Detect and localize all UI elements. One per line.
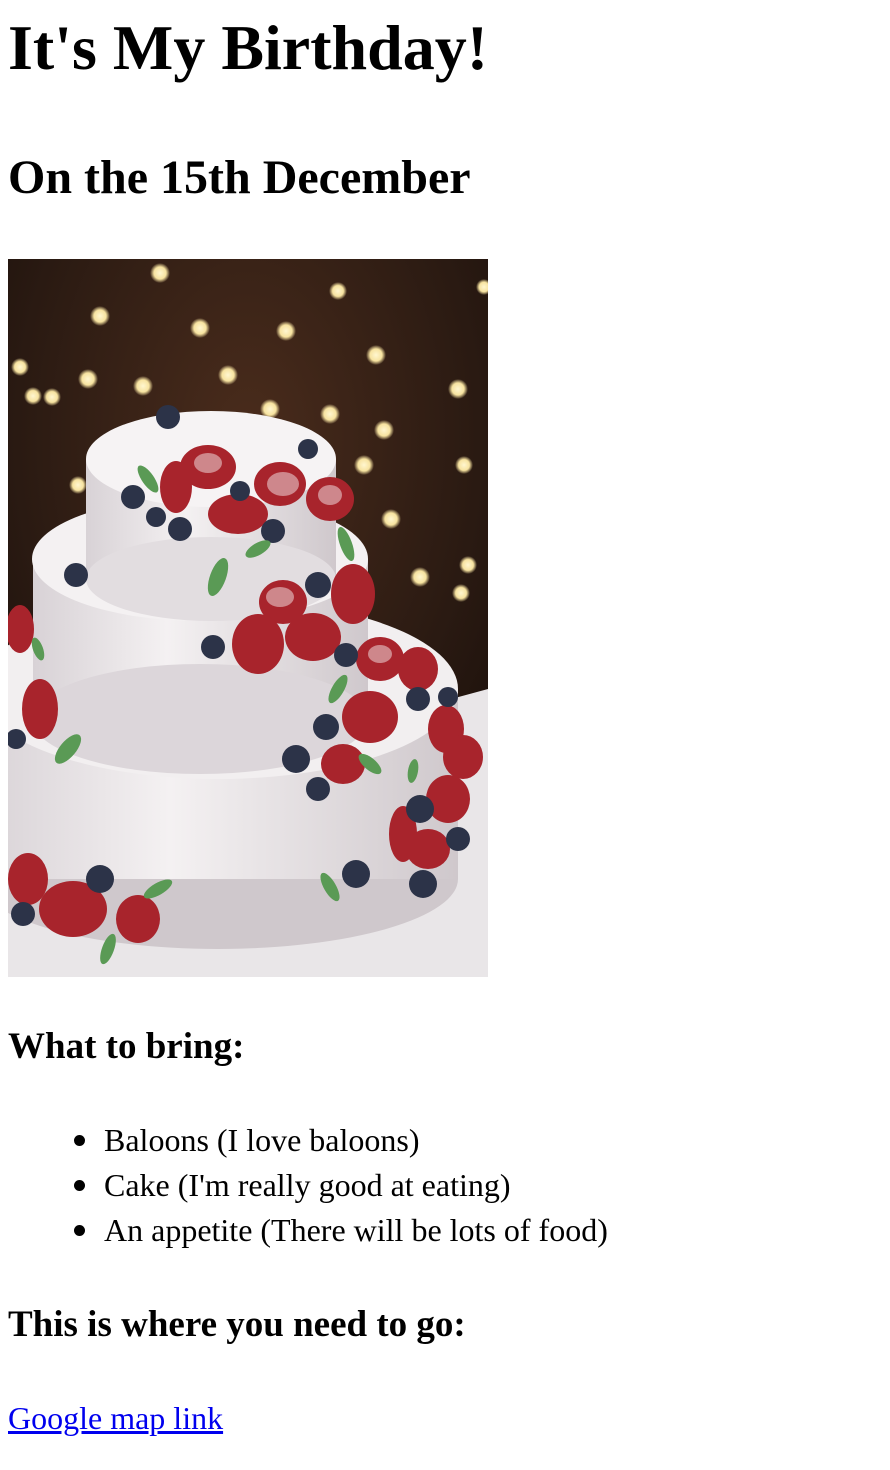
list-item-text: Baloons (I love baloons) xyxy=(104,1122,420,1158)
location-heading: This is where you need to go: xyxy=(8,1304,466,1345)
list-item: An appetite (There will be lots of food) xyxy=(74,1208,608,1253)
bullet-icon xyxy=(74,1180,85,1191)
cake-photo xyxy=(8,259,488,977)
list-item: Cake (I'm really good at eating) xyxy=(74,1163,608,1208)
bullet-icon xyxy=(74,1135,85,1146)
google-map-link[interactable]: Google map link xyxy=(8,1396,223,1440)
list-item: Baloons (I love baloons) xyxy=(74,1118,608,1163)
bring-list: Baloons (I love baloons) Cake (I'm reall… xyxy=(8,1118,608,1253)
list-item-text: An appetite (There will be lots of food) xyxy=(104,1212,608,1248)
date-subtitle: On the 15th December xyxy=(8,151,471,204)
list-item-text: Cake (I'm really good at eating) xyxy=(104,1167,511,1203)
page-title: It's My Birthday! xyxy=(8,12,488,83)
what-to-bring-heading: What to bring: xyxy=(8,1026,245,1067)
bullet-icon xyxy=(74,1225,85,1236)
